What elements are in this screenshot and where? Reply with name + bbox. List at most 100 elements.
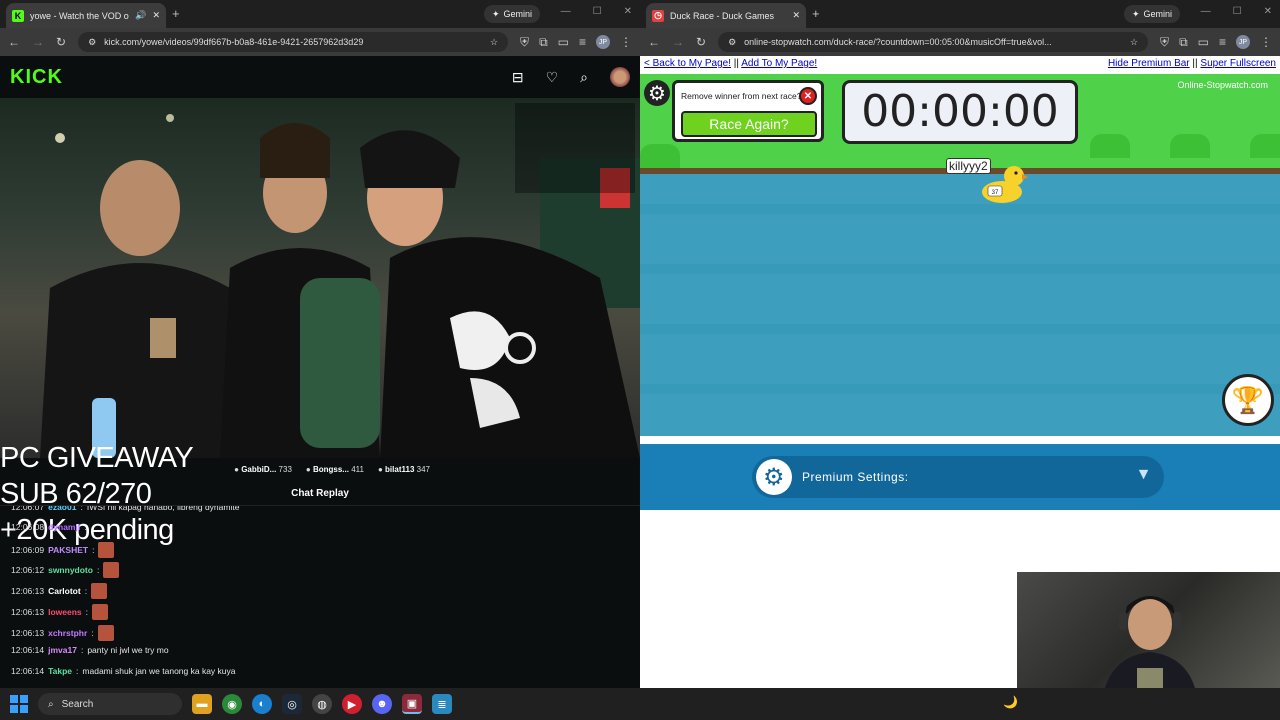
- leader-entry[interactable]: ● GabbiD... 733: [234, 465, 292, 474]
- tab-kick[interactable]: K yowe - Watch the VOD on K 🔊 ✕: [6, 3, 166, 28]
- window-controls: — ☐ ✕: [1201, 6, 1272, 17]
- site-info-icon[interactable]: ⚙: [728, 37, 736, 48]
- kick-browser-window: K yowe - Watch the VOD on K 🔊 ✕ + ✦Gemin…: [0, 0, 640, 688]
- heart-icon[interactable]: ♡: [546, 69, 559, 86]
- shield-icon[interactable]: ⛨: [1160, 35, 1169, 50]
- chat-username[interactable]: jmva17: [48, 645, 77, 655]
- divider: [640, 436, 1280, 444]
- maximize-icon[interactable]: ☐: [1233, 6, 1242, 17]
- chat-colon: :: [96, 565, 100, 575]
- reload-icon[interactable]: ↻: [56, 35, 66, 49]
- tab-duck-race[interactable]: ◷ Duck Race - Duck Games ✕: [646, 3, 806, 28]
- cast-icon[interactable]: ▭: [558, 35, 569, 49]
- following-icon[interactable]: ⊟: [512, 69, 524, 86]
- active-app-icon[interactable]: ▣: [402, 694, 422, 714]
- weather-icon[interactable]: 🌙: [1003, 695, 1018, 709]
- chat-message: 12:06:13 loweens:: [11, 604, 109, 620]
- window-controls: — ☐ ✕: [561, 6, 632, 17]
- forward-icon[interactable]: →: [672, 35, 684, 49]
- taskbar-search[interactable]: ⌕ Search: [38, 693, 182, 715]
- gemini-button[interactable]: ✦ Gemini: [483, 5, 540, 23]
- tab-bar: K yowe - Watch the VOD on K 🔊 ✕ + ✦Gemin…: [0, 0, 640, 28]
- notepad-icon[interactable]: ≣: [432, 694, 452, 714]
- chat-username[interactable]: dynamji: [48, 522, 80, 532]
- cast-icon[interactable]: ▭: [1198, 35, 1209, 49]
- chat-username[interactable]: xchrstphr: [48, 628, 87, 638]
- chat-username[interactable]: Takpe: [48, 666, 72, 676]
- extensions-icon[interactable]: ⧉: [539, 35, 548, 50]
- premium-settings-toggle[interactable]: ⚙ Premium Settings: ▼: [752, 456, 1164, 498]
- trophy-icon[interactable]: 🏆: [1222, 374, 1274, 426]
- shield-icon[interactable]: ⛨: [520, 35, 529, 50]
- countdown-timer: 00:00:00: [842, 80, 1078, 144]
- settings-gear-icon[interactable]: ⚙: [644, 80, 670, 106]
- minimize-icon[interactable]: —: [561, 6, 571, 17]
- gemini-button[interactable]: ✦ Gemini: [1123, 5, 1180, 23]
- close-tab-icon[interactable]: ✕: [792, 10, 800, 21]
- forward-icon[interactable]: →: [32, 35, 44, 49]
- add-to-my-page-link[interactable]: Add To My Page!: [741, 58, 817, 69]
- duck-race-game: ⚙ Remove winner from next race? ✕ Race A…: [640, 74, 1280, 436]
- chat-text: madami shuk jan we tanong ka kay kuya: [82, 666, 236, 676]
- streamer-webcam-image: [1105, 596, 1195, 688]
- user-avatar[interactable]: [610, 67, 630, 87]
- kick-logo[interactable]: KICK: [10, 66, 63, 89]
- chat-message: 12:06:09 PAKSHET:: [11, 542, 115, 558]
- minimize-icon[interactable]: —: [1201, 6, 1211, 17]
- bookmark-star-icon[interactable]: ☆: [1130, 37, 1138, 48]
- chrome-icon[interactable]: ◉: [222, 694, 242, 714]
- site-info-icon[interactable]: ⚙: [88, 37, 96, 48]
- race-again-button[interactable]: Race Again?: [681, 111, 817, 137]
- search-icon[interactable]: ⌕: [580, 69, 588, 86]
- remove-winner-toggle[interactable]: ✕: [799, 87, 817, 105]
- profile-avatar[interactable]: JP: [1236, 35, 1250, 49]
- river: [640, 168, 1280, 436]
- edge-icon[interactable]: ◐: [252, 694, 272, 714]
- leader-entry[interactable]: ● bilat113 347: [378, 465, 430, 474]
- media-icon[interactable]: ≡: [1219, 35, 1226, 49]
- discord-icon[interactable]: ☻: [372, 694, 392, 714]
- back-icon[interactable]: ←: [648, 35, 660, 49]
- emote-icon: [103, 562, 120, 578]
- url-field[interactable]: ⚙ online-stopwatch.com/duck-race/?countd…: [718, 32, 1149, 52]
- steam-icon[interactable]: ◎: [282, 694, 302, 714]
- start-button[interactable]: [10, 695, 28, 713]
- chat-message: 12:06:08 dynamji:: [11, 522, 87, 532]
- new-tab-icon[interactable]: +: [812, 6, 820, 21]
- speaker-icon[interactable]: 🔊: [135, 10, 146, 21]
- webcam-overlay: [1017, 572, 1280, 688]
- bookmark-star-icon[interactable]: ☆: [490, 37, 498, 48]
- menu-icon[interactable]: ⋮: [620, 35, 632, 49]
- media-player-icon[interactable]: ▶: [342, 694, 362, 714]
- menu-icon[interactable]: ⋮: [1260, 35, 1272, 49]
- chat-username[interactable]: PAKSHET: [48, 545, 88, 555]
- tab-title: yowe - Watch the VOD on K: [30, 10, 129, 21]
- back-icon[interactable]: ←: [8, 35, 20, 49]
- file-explorer-icon[interactable]: ▬: [192, 694, 212, 714]
- url-field[interactable]: ⚙ kick.com/yowe/videos/99df667b-b0a8-461…: [78, 32, 509, 52]
- search-icon: ⌕: [48, 698, 54, 710]
- video-player[interactable]: [0, 98, 640, 458]
- close-tab-icon[interactable]: ✕: [152, 10, 160, 21]
- chat-username[interactable]: loweens: [48, 607, 82, 617]
- super-fullscreen-link[interactable]: Super Fullscreen: [1200, 58, 1276, 69]
- close-window-icon[interactable]: ✕: [624, 6, 632, 17]
- extensions: ⛨ ⧉ ▭ ≡ JP ⋮: [1160, 35, 1272, 50]
- leader-entry[interactable]: ● Bongss... 411: [306, 465, 364, 474]
- maximize-icon[interactable]: ☐: [593, 6, 602, 17]
- hide-premium-bar-link[interactable]: Hide Premium Bar: [1108, 58, 1190, 69]
- duck-icon: 37: [982, 166, 1028, 203]
- media-icon[interactable]: ≡: [579, 35, 586, 49]
- chat-username[interactable]: swnnydoto: [48, 565, 93, 575]
- search-placeholder: Search: [61, 698, 94, 710]
- back-to-my-page-link[interactable]: < Back to My Page!: [644, 58, 731, 69]
- extensions-icon[interactable]: ⧉: [1179, 35, 1188, 50]
- new-tab-icon[interactable]: +: [172, 6, 180, 21]
- chat-colon: :: [85, 607, 89, 617]
- profile-avatar[interactable]: JP: [596, 35, 610, 49]
- obs-icon[interactable]: ◍: [312, 694, 332, 714]
- reload-icon[interactable]: ↻: [696, 35, 706, 49]
- chat-username[interactable]: Carlotot: [48, 586, 81, 596]
- close-window-icon[interactable]: ✕: [1264, 6, 1272, 17]
- chat-username[interactable]: ezao01: [48, 506, 76, 512]
